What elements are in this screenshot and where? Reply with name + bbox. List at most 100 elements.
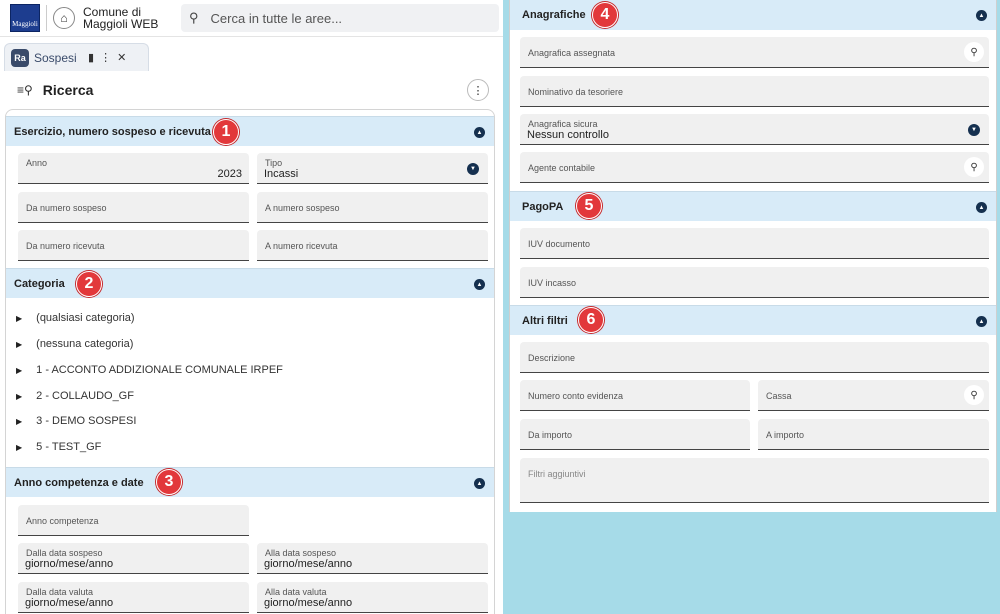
expand-icon[interactable]: ▶ bbox=[16, 417, 22, 426]
expand-icon[interactable]: ▶ bbox=[16, 340, 22, 349]
nominativo-tesoriere-field[interactable]: Nominativo da tesoriere bbox=[520, 76, 989, 107]
more-options-button[interactable]: ⋮ bbox=[467, 79, 489, 101]
divider bbox=[46, 5, 47, 31]
search-form-card: Esercizio, numero sospeso e ricevuta ▲ 1… bbox=[5, 109, 495, 614]
filter-search-icon: ≡⚲ bbox=[17, 83, 33, 97]
tab-kebab-icon[interactable]: ⋮ bbox=[100, 51, 111, 64]
app-name: Comune di Maggioli WEB bbox=[83, 5, 159, 31]
marker-2: 2 bbox=[76, 271, 102, 297]
section-esercizio-header[interactable]: Esercizio, numero sospeso e ricevuta ▲ bbox=[6, 116, 494, 146]
search-icon[interactable]: ⚲ bbox=[964, 385, 984, 405]
section-title: PagoPA bbox=[522, 200, 564, 213]
field-label: IUV documento bbox=[528, 239, 591, 249]
field-label: Anagrafica assegnata bbox=[528, 48, 616, 58]
anno-field[interactable]: Anno 2023 bbox=[18, 153, 249, 184]
category-item[interactable]: ▶ 2 - COLLAUDO_GF bbox=[16, 390, 134, 402]
logo-text: Maggioli bbox=[12, 20, 38, 28]
field-label: Da numero ricevuta bbox=[26, 241, 105, 251]
category-item[interactable]: ▶ 5 - TEST_GF bbox=[16, 441, 101, 453]
category-item[interactable]: ▶ (nessuna categoria) bbox=[16, 338, 133, 350]
tab-row: Ra Sospesi ▮ ⋮ ✕ bbox=[0, 37, 503, 71]
section-title: Anno competenza e date bbox=[14, 476, 144, 489]
collapse-icon[interactable]: ▲ bbox=[474, 279, 485, 290]
search-icon: ⚲ bbox=[189, 10, 199, 25]
field-label: Nominativo da tesoriere bbox=[528, 87, 624, 97]
anagrafica-assegnata-field[interactable]: Anagrafica assegnata ⚲ bbox=[520, 37, 989, 68]
agente-contabile-field[interactable]: Agente contabile ⚲ bbox=[520, 152, 989, 183]
category-item[interactable]: ▶ 1 - ACCONTO ADDIZIONALE COMUNALE IRPEF bbox=[16, 364, 283, 376]
marker-1: 1 bbox=[213, 119, 239, 145]
chevron-down-icon: ▼ bbox=[968, 124, 980, 136]
field-label: Dalla data valuta bbox=[26, 587, 94, 597]
field-label: Descrizione bbox=[528, 353, 576, 363]
right-panel: Anagrafiche ▲ 4 Anagrafica assegnata ⚲ N… bbox=[509, 0, 997, 512]
marker-6: 6 bbox=[578, 307, 604, 333]
dalla-data-valuta-field[interactable]: Dalla data valuta giorno/mese/anno bbox=[18, 582, 249, 613]
anno-competenza-field[interactable]: Anno competenza bbox=[18, 505, 249, 536]
category-item[interactable]: ▶ 3 - DEMO SOSPESI bbox=[16, 415, 136, 427]
dalla-data-sospeso-field[interactable]: Dalla data sospeso giorno/mese/anno bbox=[18, 543, 249, 574]
iuv-documento-field[interactable]: IUV documento bbox=[520, 228, 989, 259]
a-importo-field[interactable]: A importo bbox=[758, 419, 989, 450]
collapse-icon[interactable]: ▲ bbox=[976, 10, 987, 21]
select-value: Nessun controllo bbox=[527, 129, 609, 141]
collapse-icon[interactable]: ▲ bbox=[474, 127, 485, 138]
collapse-icon[interactable]: ▲ bbox=[474, 478, 485, 489]
expand-icon[interactable]: ▶ bbox=[16, 366, 22, 375]
field-label: Alla data sospeso bbox=[265, 548, 337, 558]
a-numero-sospeso-field[interactable]: A numero sospeso bbox=[257, 192, 488, 223]
category-label: 3 - DEMO SOSPESI bbox=[36, 415, 137, 427]
collapse-icon[interactable]: ▲ bbox=[976, 316, 987, 327]
search-input[interactable] bbox=[210, 10, 471, 26]
iuv-incasso-field[interactable]: IUV incasso bbox=[520, 267, 989, 298]
da-numero-ricevuta-field[interactable]: Da numero ricevuta bbox=[18, 230, 249, 261]
alla-data-valuta-field[interactable]: Alla data valuta giorno/mese/anno bbox=[257, 582, 488, 613]
global-search[interactable]: ⚲ bbox=[181, 4, 499, 32]
numero-conto-evidenza-field[interactable]: Numero conto evidenza bbox=[520, 380, 750, 411]
field-label: Cassa bbox=[766, 391, 792, 401]
top-bar: Maggioli ⌂ Comune di Maggioli WEB ⚲ bbox=[0, 0, 503, 37]
tab-label: Sospesi bbox=[34, 50, 77, 65]
left-panel: Maggioli ⌂ Comune di Maggioli WEB ⚲ Ra S… bbox=[0, 0, 503, 614]
section-title: Altri filtri bbox=[522, 314, 568, 327]
tab-sospesi[interactable]: Ra Sospesi ▮ ⋮ ✕ bbox=[4, 43, 149, 71]
category-item[interactable]: ▶ (qualsiasi categoria) bbox=[16, 312, 135, 324]
bank-icon[interactable]: ⌂ bbox=[53, 7, 75, 29]
category-label: 2 - COLLAUDO_GF bbox=[36, 390, 134, 402]
marker-3: 3 bbox=[156, 469, 182, 495]
filtri-aggiuntivi-textarea[interactable]: Filtri aggiuntivi bbox=[520, 458, 989, 503]
tipo-select[interactable]: Tipo Incassi ▼ bbox=[257, 153, 488, 184]
field-label: Anno competenza bbox=[26, 516, 99, 526]
a-numero-ricevuta-field[interactable]: A numero ricevuta bbox=[257, 230, 488, 261]
field-label: A importo bbox=[766, 430, 805, 440]
expand-icon[interactable]: ▶ bbox=[16, 314, 22, 323]
da-numero-sospeso-field[interactable]: Da numero sospeso bbox=[18, 192, 249, 223]
anagrafica-sicura-select[interactable]: Anagrafica sicura Nessun controllo ▼ bbox=[520, 114, 989, 145]
anno-value: 2023 bbox=[217, 168, 242, 180]
search-icon[interactable]: ⚲ bbox=[964, 42, 984, 62]
collapse-icon[interactable]: ▲ bbox=[976, 202, 987, 213]
close-icon[interactable]: ✕ bbox=[117, 51, 126, 64]
maggioli-logo: Maggioli bbox=[10, 4, 40, 32]
field-label: A numero sospeso bbox=[265, 203, 340, 213]
marker-5: 5 bbox=[576, 193, 602, 219]
date-placeholder: giorno/mese/anno bbox=[25, 597, 114, 609]
expand-icon[interactable]: ▶ bbox=[16, 443, 22, 452]
field-label: Anagrafica sicura bbox=[528, 119, 598, 129]
alla-data-sospeso-field[interactable]: Alla data sospeso giorno/mese/anno bbox=[257, 543, 488, 574]
bookmark-icon[interactable]: ▮ bbox=[88, 51, 94, 64]
expand-icon[interactable]: ▶ bbox=[16, 392, 22, 401]
section-anno-competenza-header[interactable]: Anno competenza e date ▲ bbox=[6, 467, 494, 497]
descrizione-field[interactable]: Descrizione bbox=[520, 342, 989, 373]
section-anagrafiche-header[interactable]: Anagrafiche ▲ bbox=[510, 0, 996, 30]
da-importo-field[interactable]: Da importo bbox=[520, 419, 750, 450]
field-label: Da numero sospeso bbox=[26, 203, 107, 213]
cassa-field[interactable]: Cassa ⚲ bbox=[758, 380, 989, 411]
field-label: Numero conto evidenza bbox=[528, 391, 624, 401]
tab-badge: Ra bbox=[11, 48, 29, 67]
search-icon[interactable]: ⚲ bbox=[964, 157, 984, 177]
category-label: (nessuna categoria) bbox=[36, 338, 134, 350]
section-title: Anagrafiche bbox=[522, 9, 586, 21]
field-label: Filtri aggiuntivi bbox=[528, 469, 586, 479]
category-label: 1 - ACCONTO ADDIZIONALE COMUNALE IRPEF bbox=[36, 364, 283, 376]
